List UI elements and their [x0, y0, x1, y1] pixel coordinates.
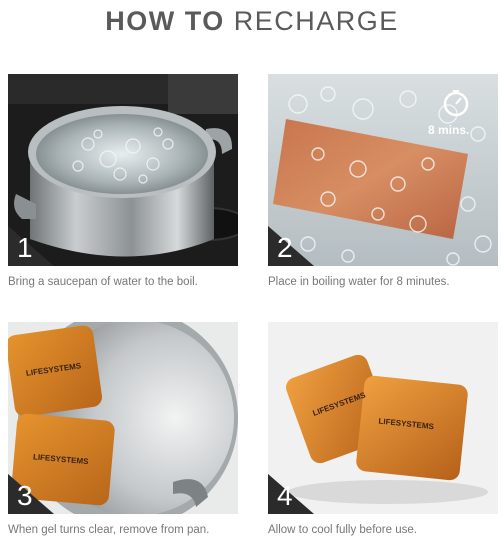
step-4-number-badge: 4 — [268, 474, 314, 514]
step-2-number: 2 — [277, 232, 293, 263]
step-2-caption: Place in boiling water for 8 minutes. — [268, 276, 450, 288]
title-bold: HOW TO — [105, 6, 225, 36]
step-2-image: 8 mins. 2 — [268, 74, 498, 266]
timer-label: 8 mins. — [428, 123, 469, 137]
step-1-number-badge: 1 — [8, 226, 54, 266]
step-3-caption: When gel turns clear, remove from pan. — [8, 524, 210, 536]
step-1-number: 1 — [17, 232, 33, 263]
step-4-number: 4 — [277, 480, 293, 511]
page-title: HOW TO RECHARGE — [0, 6, 504, 37]
step-4-image: LIFESYSTEMS LIFESYSTEMS 4 — [268, 322, 498, 514]
step-1-caption: Bring a saucepan of water to the boil. — [8, 276, 198, 288]
title-light: RECHARGE — [233, 6, 399, 36]
step-3-number: 3 — [17, 480, 33, 511]
step-3-image: LIFESYSTEMS LIFESYSTEMS 3 — [8, 322, 238, 514]
step-3-number-badge: 3 — [8, 474, 54, 514]
step-4-caption: Allow to cool fully before use. — [268, 524, 417, 536]
step-2-number-badge: 2 — [268, 226, 314, 266]
step-1-image: 1 — [8, 74, 238, 266]
